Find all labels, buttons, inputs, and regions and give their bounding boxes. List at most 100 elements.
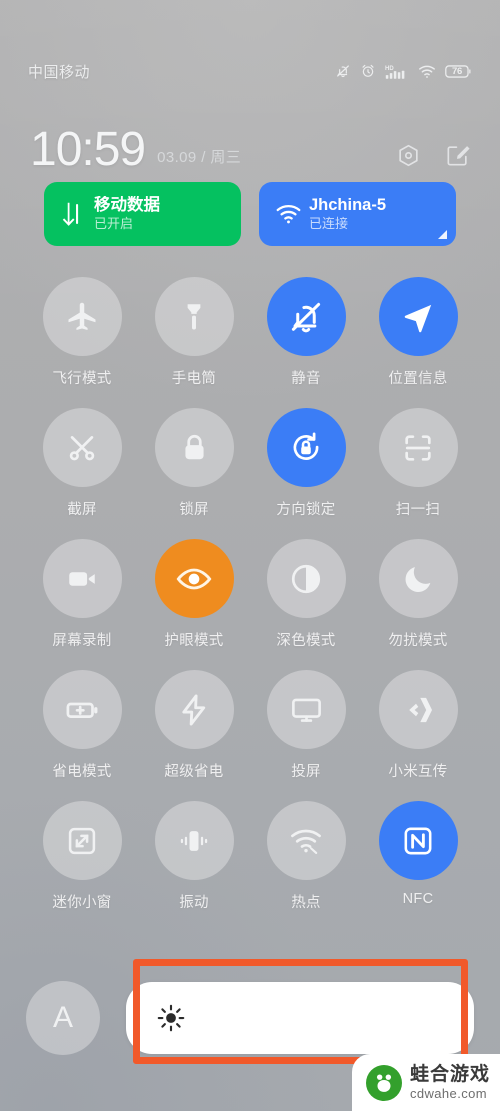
wifi-ssid: Jhchina-5 xyxy=(309,196,387,214)
lightning-bolt-icon xyxy=(176,692,212,728)
toggle-label: 锁屏 xyxy=(179,502,209,518)
toggle-hotspot[interactable]: 热点 xyxy=(250,801,362,912)
toggle-label: 省电模式 xyxy=(52,764,112,780)
toggle-screen-record[interactable]: 屏幕录制 xyxy=(26,539,138,650)
toggle-eye-care[interactable]: 护眼模式 xyxy=(138,539,250,650)
toggle-label: 超级省电 xyxy=(164,764,224,780)
battery-level-label: 76 xyxy=(452,65,462,77)
cast-screen-icon xyxy=(289,692,324,727)
clock-time: 10:59 xyxy=(30,123,146,176)
watermark-name: 蛙合游戏 xyxy=(409,1064,490,1085)
toggle-mi-share[interactable]: 小米互传 xyxy=(362,670,474,781)
toggle-label: 投屏 xyxy=(291,764,321,780)
nfc-icon xyxy=(401,824,435,858)
hd-signal-icon: HD xyxy=(385,63,409,80)
toggle-puck[interactable] xyxy=(378,801,458,880)
frog-hand-logo xyxy=(365,1064,402,1101)
settings-hex-icon[interactable] xyxy=(396,143,421,168)
toggle-battery-saver[interactable]: 省电模式 xyxy=(26,670,138,781)
watermark-url: cdwahe.com xyxy=(409,1086,487,1101)
toggle-mini-window[interactable]: 迷你小窗 xyxy=(26,801,138,912)
toggle-puck[interactable] xyxy=(378,277,458,356)
airplane-icon xyxy=(64,299,100,335)
video-camera-icon xyxy=(65,562,99,596)
toggle-label: 方向锁定 xyxy=(276,502,336,518)
toggle-puck[interactable] xyxy=(266,801,346,880)
contrast-circle-icon xyxy=(289,562,323,596)
edit-icon[interactable] xyxy=(445,143,470,168)
bell-off-icon xyxy=(335,63,351,79)
wifi-icon xyxy=(273,203,303,225)
eye-icon xyxy=(174,559,214,599)
scan-frame-icon xyxy=(401,431,435,465)
toggle-puck[interactable] xyxy=(154,539,234,618)
toggle-do-not-disturb[interactable]: 勿扰模式 xyxy=(362,539,474,650)
alarm-clock-icon xyxy=(360,63,376,79)
toggle-rotation-lock[interactable]: 方向锁定 xyxy=(250,408,362,519)
auto-brightness-button[interactable]: A xyxy=(26,981,100,1055)
toggle-label: 扫一扫 xyxy=(395,502,441,518)
brightness-row: A xyxy=(26,980,474,1056)
quick-settings-grid: 飞行模式 手电筒 静音 位置信息 截屏 锁屏 方向锁定 扫一扫 屏幕录制 护眼模… xyxy=(26,277,474,912)
screenshot-crop-icon xyxy=(65,431,99,465)
status-bar: 中国移动 HD 76 xyxy=(0,58,500,84)
battery-plus-icon xyxy=(64,692,100,728)
toggle-scan[interactable]: 扫一扫 xyxy=(362,408,474,519)
toggle-puck[interactable] xyxy=(42,670,122,749)
toggle-ultra-battery-saver[interactable]: 超级省电 xyxy=(138,670,250,781)
site-watermark: 蛙合游戏 cdwahe.com xyxy=(351,1054,500,1111)
header-action-icons xyxy=(396,143,470,168)
wifi-icon xyxy=(418,64,436,79)
toggle-lock-screen[interactable]: 锁屏 xyxy=(138,408,250,519)
toggle-puck[interactable] xyxy=(154,801,234,880)
toggle-silent-mode[interactable]: 静音 xyxy=(250,277,362,388)
toggle-puck[interactable] xyxy=(266,670,346,749)
toggle-puck[interactable] xyxy=(266,408,346,487)
flashlight-icon xyxy=(177,300,211,334)
svg-text:HD: HD xyxy=(385,65,394,71)
toggle-puck[interactable] xyxy=(378,539,458,618)
toggle-puck[interactable] xyxy=(154,670,234,749)
mini-window-icon xyxy=(65,824,99,858)
toggle-puck[interactable] xyxy=(154,277,234,356)
toggle-screenshot[interactable]: 截屏 xyxy=(26,408,138,519)
toggle-label: 迷你小窗 xyxy=(52,895,112,911)
brightness-slider[interactable] xyxy=(126,982,474,1054)
toggle-nfc[interactable]: NFC xyxy=(362,801,474,912)
toggle-puck[interactable] xyxy=(266,277,346,356)
toggle-label: 深色模式 xyxy=(276,633,336,649)
rotation-lock-icon xyxy=(288,430,324,466)
wifi-card[interactable]: Jhchina-5 已连接 xyxy=(259,182,456,246)
toggle-label: 屏幕录制 xyxy=(52,633,112,649)
toggle-label: 小米互传 xyxy=(388,764,448,780)
toggle-location[interactable]: 位置信息 xyxy=(362,277,474,388)
toggle-puck[interactable] xyxy=(42,277,122,356)
toggle-vibrate[interactable]: 振动 xyxy=(138,801,250,912)
connectivity-cards: 移动数据 已开启 Jhchina-5 已连接 xyxy=(44,182,456,246)
toggle-puck[interactable] xyxy=(42,801,122,880)
toggle-puck[interactable] xyxy=(154,408,234,487)
toggle-label: 飞行模式 xyxy=(52,371,112,387)
toggle-puck[interactable] xyxy=(378,670,458,749)
vibrate-icon xyxy=(176,823,212,859)
mobile-data-card[interactable]: 移动数据 已开启 xyxy=(44,182,241,246)
toggle-puck[interactable] xyxy=(42,539,122,618)
toggle-cast[interactable]: 投屏 xyxy=(250,670,362,781)
toggle-airplane-mode[interactable]: 飞行模式 xyxy=(26,277,138,388)
toggle-puck[interactable] xyxy=(42,408,122,487)
toggle-puck[interactable] xyxy=(266,539,346,618)
toggle-label: 勿扰模式 xyxy=(388,633,448,649)
moon-icon xyxy=(402,562,435,595)
toggle-label: 位置信息 xyxy=(388,371,448,387)
clock-header: 10:59 03.09 / 周三 xyxy=(0,112,500,174)
toggle-puck[interactable] xyxy=(378,408,458,487)
toggle-flashlight[interactable]: 手电筒 xyxy=(138,277,250,388)
hotspot-icon xyxy=(289,826,323,856)
expand-corner-icon[interactable] xyxy=(438,230,447,239)
mi-share-icon xyxy=(401,693,435,727)
clock-date: 03.09 / 周三 xyxy=(157,149,242,166)
sun-brightness-icon xyxy=(156,1003,186,1033)
bell-off-icon xyxy=(288,299,324,335)
toggle-label: 截屏 xyxy=(67,502,97,518)
toggle-dark-mode[interactable]: 深色模式 xyxy=(250,539,362,650)
